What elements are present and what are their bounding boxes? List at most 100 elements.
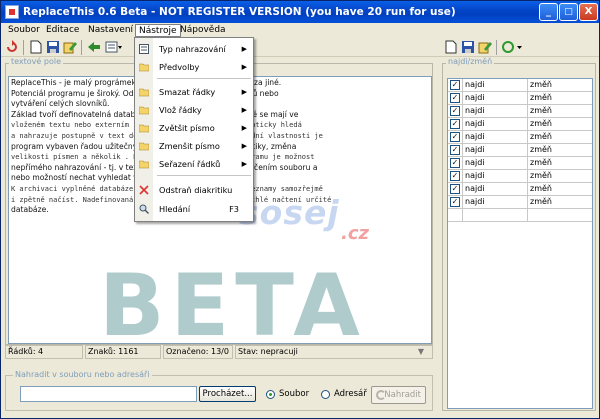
replace-cell[interactable]: změň [527,157,592,169]
title-bar[interactable]: ReplaceThis 0.6 Beta - NOT REGISTER VERS… [1,1,599,23]
menu-item-hledani[interactable]: Hledání F3 [135,201,253,217]
table-row[interactable]: ✓ najdi změň [448,170,592,183]
replace-cell[interactable]: změň [527,196,592,208]
radio-directory[interactable] [321,390,330,399]
collapse-arrow-icon[interactable]: ▼ [415,347,427,357]
list-icon [139,44,149,54]
menu-item-smazat-radky[interactable]: Smazat řádky ▶ [135,84,253,100]
menu-item-vloz-radky[interactable]: Vlož řádky ▶ [135,102,253,118]
sosej-cz-watermark: .cz [341,223,369,244]
menu-soubor[interactable]: Soubor [5,24,43,37]
find-cell[interactable]: najdi [462,196,527,208]
folder-icon [139,88,149,97]
menu-item-label: Vlož řádky [159,105,202,115]
submenu-arrow-icon: ▶ [241,142,247,150]
row-checkbox[interactable]: ✓ [450,197,460,207]
replace-cell[interactable]: změň [527,183,592,195]
status-lines: Řádků: 4 [5,345,83,359]
submenu-arrow-icon: ▶ [241,160,247,168]
find-cell[interactable]: najdi [462,131,527,143]
row-checkbox[interactable]: ✓ [450,171,460,181]
replace-cell[interactable]: změň [527,79,592,91]
new-file-icon[interactable] [29,40,43,54]
menu-item-label: Smazat řádky [159,87,216,97]
table-row[interactable]: ✓ najdi změň [448,144,592,157]
table-row[interactable]: ✓ najdi změň [448,157,592,170]
row-checkbox[interactable]: ✓ [450,158,460,168]
menu-item-typ-nahrazovani[interactable]: Typ nahrazování ▶ [135,41,253,57]
find-cell[interactable]: najdi [462,92,527,104]
replace-cell[interactable] [527,209,592,221]
folder-icon [139,124,149,133]
replace-cell[interactable]: změň [527,170,592,182]
browse-button[interactable]: Procházet... [199,386,256,402]
find-cell[interactable]: najdi [462,144,527,156]
menu-editace[interactable]: Editace [43,24,82,37]
submenu-arrow-icon: ▶ [241,45,247,53]
status-bar: Řádků: 4 Znaků: 1161 Označeno: 13/0 Stav… [5,345,433,359]
edit-list-icon[interactable] [478,40,492,54]
menu-item-zvetsit-pismo[interactable]: Zvětšit písmo ▶ [135,120,253,136]
list-dropdown-icon[interactable] [105,40,123,54]
row-checkbox[interactable]: ✓ [450,184,460,194]
refresh-list-icon[interactable] [501,40,523,54]
row-checkbox[interactable]: ✓ [450,93,460,103]
menu-item-zmensit-pismo[interactable]: Zmenšit písmo ▶ [135,138,253,154]
replace-button[interactable]: Nahradit [371,386,426,404]
replace-icon [376,390,386,400]
find-cell[interactable]: najdi [462,157,527,169]
replace-cell[interactable]: změň [527,144,592,156]
pairs-panel-label: najdi/změň [446,57,495,66]
refresh-icon[interactable] [5,40,19,54]
table-row[interactable]: ✓ najdi změň [448,196,592,209]
maximize-button[interactable]: □ [559,3,578,21]
tools-menu: Typ nahrazování ▶ Předvolby ▶ Smazat řád… [134,37,254,222]
radio-directory-label: Adresář [334,389,367,399]
table-row[interactable]: ✓ najdi změň [448,131,592,144]
find-cell[interactable]: najdi [462,183,527,195]
table-row[interactable]: ✓ najdi změň [448,92,592,105]
radio-file-label: Soubor [279,389,310,399]
find-cell[interactable]: najdi [462,118,527,130]
replace-cell[interactable]: změň [527,131,592,143]
find-cell[interactable]: najdi [462,79,527,91]
edit-icon[interactable] [63,40,77,54]
replace-cell[interactable]: změň [527,118,592,130]
row-checkbox[interactable]: ✓ [450,80,460,90]
row-checkbox[interactable]: ✓ [450,132,460,142]
radio-file[interactable] [266,390,275,399]
replace-cell[interactable]: změň [527,92,592,104]
menu-item-label: Seřazení řádků [159,159,221,169]
menu-item-serazeni-radku[interactable]: Seřazení řádků ▶ [135,156,253,172]
table-row[interactable]: ✓ najdi změň [448,105,592,118]
save-icon[interactable] [46,40,60,54]
minimize-button[interactable]: _ [539,3,558,21]
row-checkbox[interactable]: ✓ [450,119,460,129]
find-cell[interactable]: najdi [462,105,527,117]
table-row[interactable]: ✓ najdi změň [448,118,592,131]
menu-nastroje[interactable]: Nástroje [135,24,181,37]
menu-item-predvolby[interactable]: Předvolby ▶ [135,59,253,75]
menu-nastaveni[interactable]: Nastavení [85,24,136,37]
save-list-icon[interactable] [461,40,475,54]
table-row[interactable]: ✓ najdi změň [448,183,592,196]
row-checkbox[interactable]: ✓ [450,106,460,116]
delete-x-icon [139,185,149,195]
find-cell[interactable]: najdi [462,170,527,182]
find-cell[interactable] [462,209,527,221]
table-row[interactable] [448,209,592,222]
new-list-icon[interactable] [444,40,458,54]
status-state: Stav: nepracuji [235,345,433,359]
menu-napoveda[interactable]: Nápověda [177,24,229,37]
close-button[interactable]: X [579,3,598,21]
back-arrow-icon[interactable] [87,40,101,54]
row-checkbox[interactable]: ✓ [450,145,460,155]
table-row[interactable]: ✓ najdi změň [448,79,592,92]
replace-cell[interactable]: změň [527,105,592,117]
path-input[interactable] [20,386,197,402]
toolbar-separator [23,40,24,55]
menu-item-odstran-diakritiku[interactable]: Odstraň diakritiku [135,182,253,198]
replace-file-label: Nahradit v souboru nebo adresáři [13,370,152,379]
row-checkbox-empty[interactable] [450,210,460,220]
replace-button-label: Nahradit [384,390,421,400]
